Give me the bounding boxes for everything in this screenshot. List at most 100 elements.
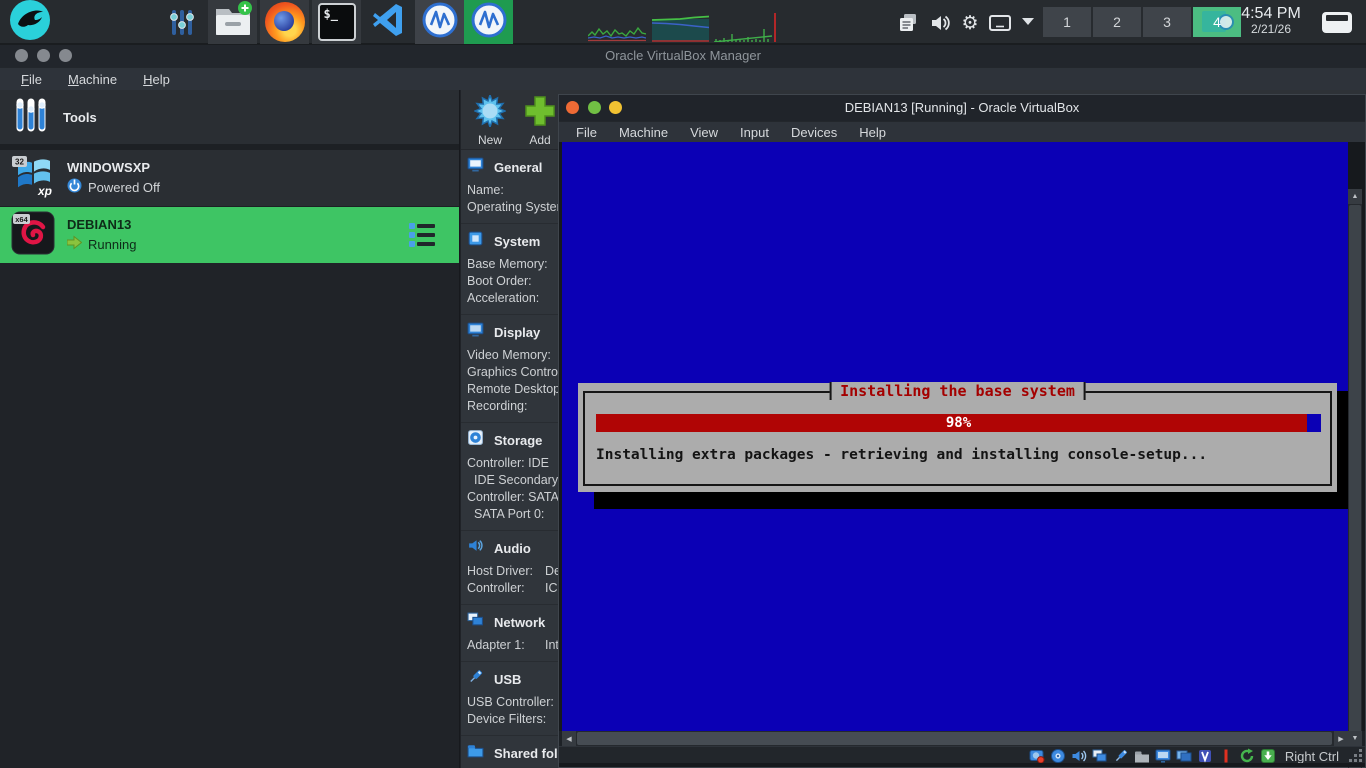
vertical-scrollbar[interactable]: ▲: [1348, 189, 1362, 768]
windowsxp-os-icon: 32 xp: [11, 154, 55, 203]
add-label: Add: [529, 133, 550, 147]
sharedfolders-icon: [467, 742, 484, 764]
dialog-title: Installing the base system: [829, 382, 1086, 400]
usb-icon: [467, 668, 484, 690]
detail-label: USB Controller:: [467, 694, 554, 711]
scroll-down-icon[interactable]: ▼: [1348, 731, 1362, 746]
top-panel: $_: [0, 0, 1366, 45]
vm-window-title: DEBIAN13 [Running] - Oracle VirtualBox: [559, 100, 1365, 115]
taskbar-virtualbox-manager[interactable]: [415, 0, 464, 44]
vm-name: DEBIAN13: [67, 217, 136, 232]
hdd-icon[interactable]: [1029, 748, 1045, 764]
scroll-up-icon[interactable]: ▲: [1348, 189, 1362, 204]
installer-message: Installing extra packages - retrieving a…: [596, 447, 1207, 463]
sidebar-item-debian13-selected[interactable]: x64 DEBIAN13 Running: [0, 207, 459, 263]
guest-screen[interactable]: Installing the base system 98% Installin…: [562, 142, 1348, 731]
new-vm-button[interactable]: New: [469, 95, 511, 147]
firefox-launcher[interactable]: [260, 0, 309, 44]
vm-menu-file[interactable]: File: [565, 124, 608, 141]
keyboard-indicator-icon[interactable]: [1218, 748, 1234, 764]
vm-menu-help[interactable]: Help: [848, 124, 897, 141]
workspace-2-button[interactable]: 2: [1093, 7, 1141, 37]
vm-window-bottom-frame: [559, 763, 1365, 767]
storage-icon: [467, 429, 484, 451]
vm-status: Powered Off: [88, 180, 160, 195]
sidebar-item-windowsxp[interactable]: 32 xp WINDOWSXP Pow: [0, 150, 459, 207]
detail-label: Boot Order:: [467, 273, 532, 290]
chevron-down-icon[interactable]: [1022, 18, 1034, 25]
cpu-graph[interactable]: [588, 12, 646, 42]
manager-menubar: File Machine Help: [0, 67, 1366, 90]
vm-menu-input[interactable]: Input: [729, 124, 780, 141]
optical-icon[interactable]: [1050, 748, 1066, 764]
vm-status: Running: [88, 237, 136, 252]
clipboard-tray-icon[interactable]: [896, 11, 920, 35]
display-tray-icon[interactable]: [988, 11, 1012, 35]
terminal-launcher[interactable]: $_: [312, 0, 361, 44]
vm-name: WINDOWSXP: [67, 160, 160, 175]
horizontal-scroll-thumb[interactable]: [577, 732, 1332, 745]
menu-help[interactable]: Help: [132, 70, 181, 89]
manager-titlebar[interactable]: Oracle VirtualBox Manager: [0, 45, 1366, 67]
workspace-1-button[interactable]: 1: [1043, 7, 1091, 37]
sidebar-item-tools[interactable]: Tools: [0, 90, 459, 150]
audio-icon[interactable]: [1071, 748, 1087, 764]
desktop: $_: [0, 0, 1366, 768]
recording-icon[interactable]: [1176, 748, 1192, 764]
running-arrow-icon: [67, 235, 82, 253]
virtualbox-icon: [421, 1, 459, 44]
display-icon[interactable]: [1155, 748, 1171, 764]
resize-grip[interactable]: [1359, 759, 1362, 762]
audio-mixer-icon[interactable]: [168, 8, 196, 41]
mouse-integration-icon[interactable]: [1239, 748, 1255, 764]
taskbar-vm-window-active[interactable]: [464, 0, 513, 44]
clock[interactable]: 4:54 PM 2/21/26: [1238, 5, 1304, 37]
usb-icon[interactable]: [1113, 748, 1129, 764]
memory-graph[interactable]: [652, 12, 709, 42]
installer-dialog: Installing the base system 98% Installin…: [578, 383, 1337, 492]
volume-tray-icon[interactable]: [928, 11, 952, 35]
section-title: System: [494, 234, 540, 249]
workspace-4-button-active[interactable]: 4: [1193, 7, 1241, 37]
file-manager-launcher[interactable]: [208, 0, 257, 44]
keyboard-capture-icon[interactable]: [1260, 748, 1276, 764]
vm-titlebar[interactable]: DEBIAN13 [Running] - Oracle VirtualBox: [559, 95, 1365, 121]
vscode-launcher[interactable]: [364, 0, 413, 44]
file-manager-icon: [212, 0, 254, 45]
vm-menu-machine[interactable]: Machine: [608, 124, 679, 141]
vm-menu-devices[interactable]: Devices: [780, 124, 848, 141]
panel-drawer-icon[interactable]: [1322, 12, 1352, 33]
network-icon: [467, 611, 484, 633]
vm-details-toggle-icon[interactable]: [407, 220, 437, 255]
distro-logo-icon: [9, 0, 51, 46]
svg-text:32: 32: [15, 157, 24, 166]
network-icon[interactable]: [1092, 748, 1108, 764]
detail-label: Acceleration:: [467, 290, 539, 307]
vertical-scroll-thumb[interactable]: [1349, 205, 1361, 768]
section-title: General: [494, 160, 542, 175]
progress-percent: 98%: [596, 415, 1321, 431]
manager-window-title: Oracle VirtualBox Manager: [0, 48, 1366, 63]
powered-off-icon: [67, 178, 82, 196]
scroll-left-icon[interactable]: ◀: [562, 731, 576, 746]
detail-label: Device Filters:: [467, 711, 546, 728]
section-title: Network: [494, 615, 545, 630]
detail-label: Recording:: [467, 398, 527, 415]
menu-machine[interactable]: Machine: [57, 70, 128, 89]
add-vm-button[interactable]: Add: [519, 95, 561, 147]
menu-file[interactable]: File: [10, 70, 53, 89]
features-icon[interactable]: [1197, 748, 1213, 764]
vm-menu-view[interactable]: View: [679, 124, 729, 141]
horizontal-scrollbar[interactable]: ◀ ▶: [562, 731, 1348, 746]
workspace-3-button[interactable]: 3: [1143, 7, 1191, 37]
shared-folders-icon[interactable]: [1134, 748, 1150, 764]
vm-display-area: Installing the base system 98% Installin…: [559, 142, 1365, 731]
settings-gear-icon[interactable]: ⚙: [958, 11, 982, 35]
app-menu-button[interactable]: [8, 1, 52, 44]
detail-label: Base Memory:: [467, 256, 548, 273]
detail-label: Operating System:: [467, 199, 571, 216]
section-title: Audio: [494, 541, 531, 556]
network-graph[interactable]: [714, 12, 776, 42]
vscode-icon: [370, 1, 408, 44]
scroll-right-icon[interactable]: ▶: [1334, 731, 1348, 746]
